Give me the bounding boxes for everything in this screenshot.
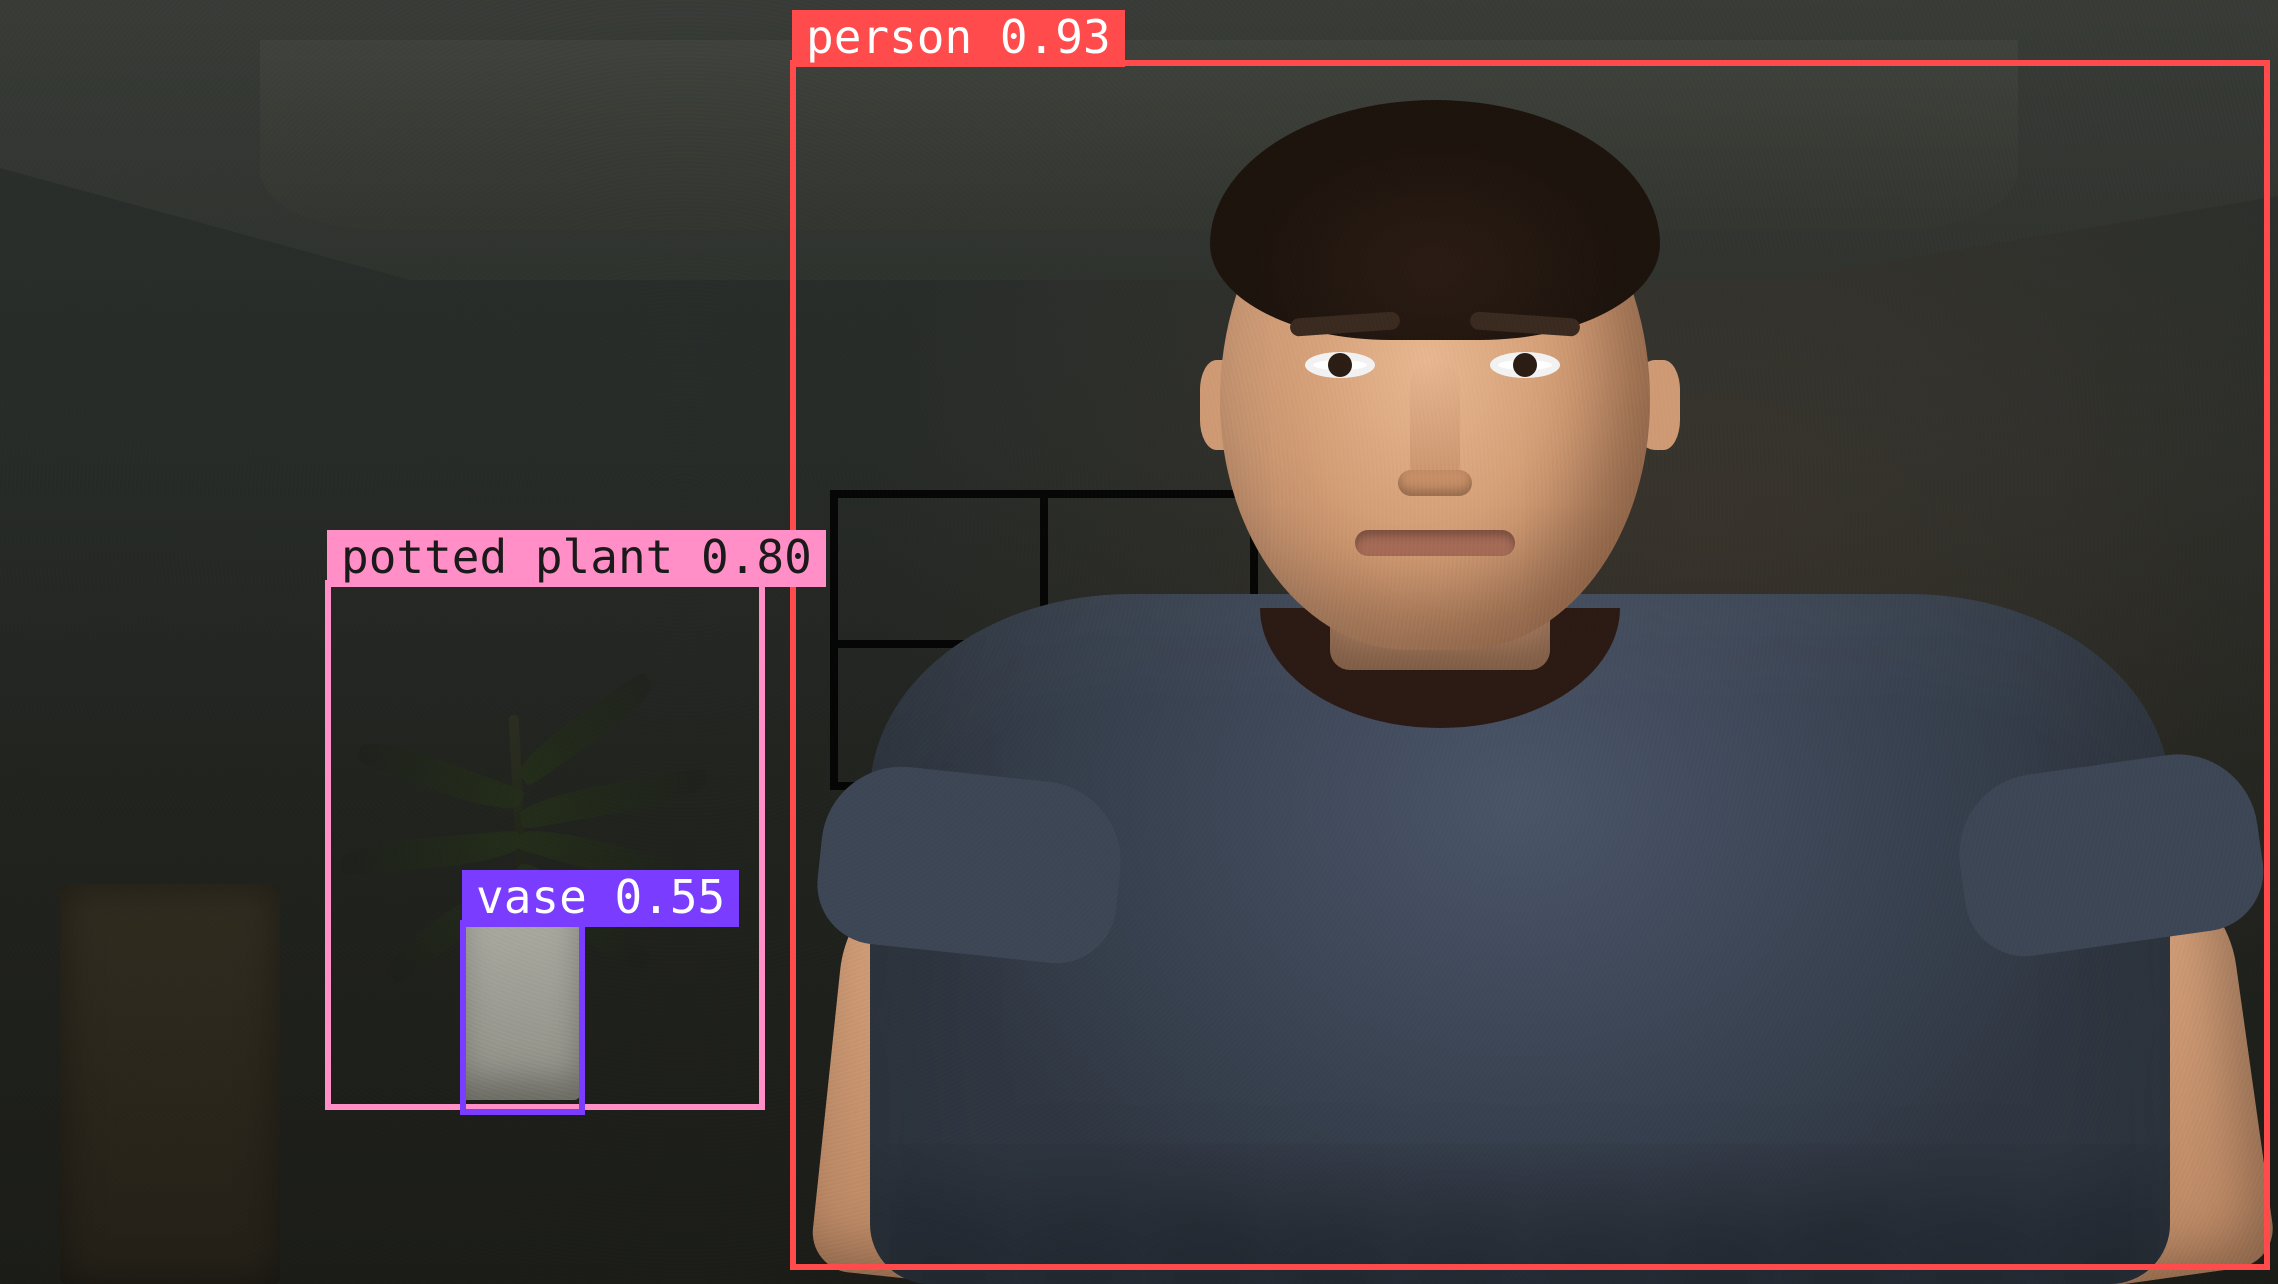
- bbox-label-potted-plant: potted plant 0.80: [327, 530, 826, 587]
- cardboard-box: [60, 884, 280, 1284]
- bbox-person: person 0.93: [790, 60, 2270, 1270]
- detection-viewer: person 0.93 potted plant 0.80 vase 0.55: [0, 0, 2278, 1284]
- bbox-vase: vase 0.55: [460, 920, 585, 1115]
- bbox-label-vase: vase 0.55: [462, 870, 739, 927]
- bbox-label-person: person 0.93: [792, 10, 1125, 67]
